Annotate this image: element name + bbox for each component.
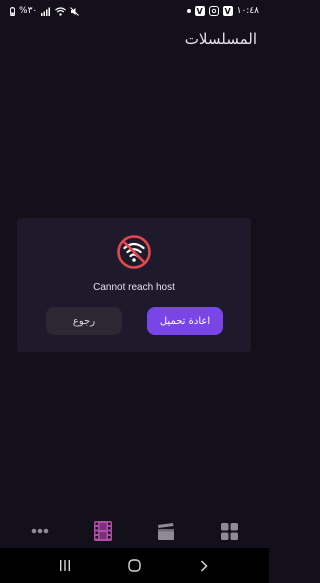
system-nav-bar: [0, 548, 269, 583]
clapperboard-icon: [158, 522, 175, 540]
back-nav-button[interactable]: [190, 554, 218, 578]
v-app-icon: V: [222, 6, 233, 16]
screen: %٣٠ V V ١٠:٤٨ المسلسلات Cannot reach hos…: [0, 0, 269, 583]
film-strip-icon: [93, 521, 112, 541]
wifi-icon: [55, 6, 67, 16]
mute-icon: [70, 6, 80, 16]
nav-categories[interactable]: [214, 518, 244, 544]
recent-apps-button[interactable]: [51, 554, 79, 578]
battery-percent: %٣٠: [19, 6, 38, 16]
status-right: V V ١٠:٤٨: [186, 6, 259, 16]
battery-icon: [10, 6, 15, 16]
grid-icon: [220, 522, 238, 540]
status-bar: %٣٠ V V ١٠:٤٨: [0, 0, 269, 22]
nav-more[interactable]: [25, 518, 55, 544]
back-button[interactable]: رجوع: [46, 307, 122, 335]
home-icon: [128, 559, 141, 572]
notification-dot-icon: [186, 9, 191, 13]
nav-movies[interactable]: [151, 518, 181, 544]
page-title: المسلسلات: [184, 30, 257, 48]
bottom-nav: [0, 514, 269, 548]
v-app-icon: V: [194, 6, 205, 16]
error-card: Cannot reach host رجوع اعادة تحميل: [17, 218, 251, 352]
instagram-icon: [208, 6, 219, 16]
error-message: Cannot reach host: [93, 282, 175, 293]
wifi-off-icon: [117, 235, 151, 269]
chevron-right-icon: [201, 559, 208, 572]
nav-series[interactable]: [88, 518, 118, 544]
more-icon: [31, 528, 48, 534]
status-left: %٣٠: [10, 6, 80, 16]
reload-button[interactable]: اعادة تحميل: [147, 307, 223, 335]
recent-apps-icon: [59, 560, 70, 571]
signal-icon: [41, 7, 51, 16]
home-button[interactable]: [120, 554, 148, 578]
clock: ١٠:٤٨: [236, 6, 259, 16]
